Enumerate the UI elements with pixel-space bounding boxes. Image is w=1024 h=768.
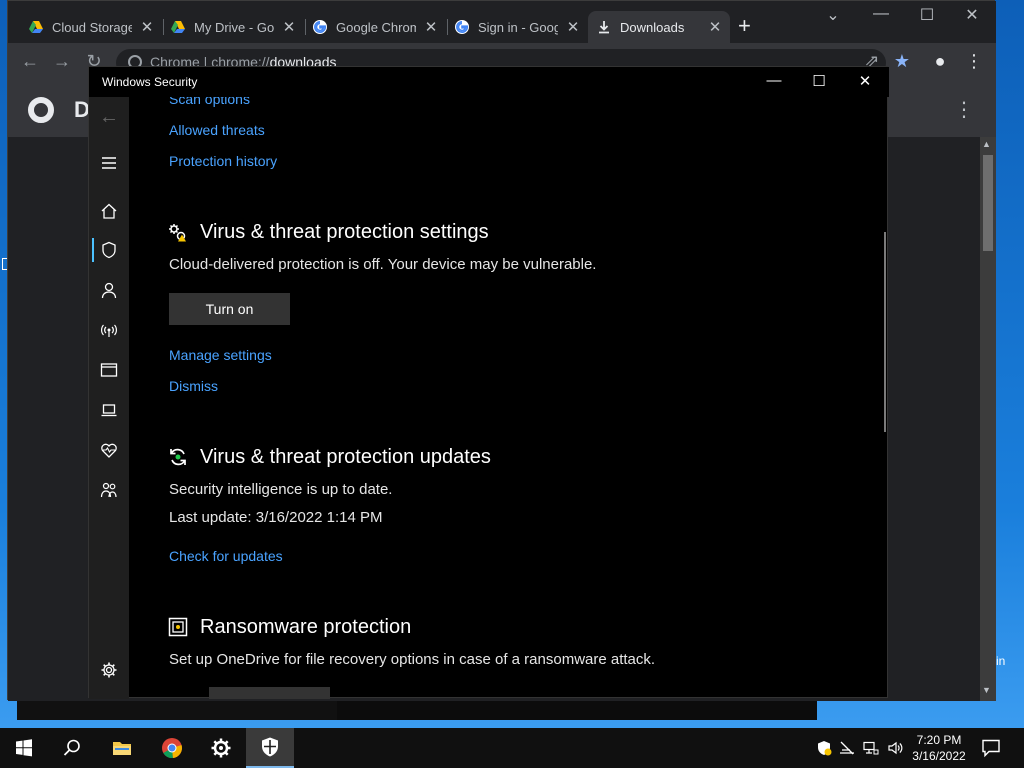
volume-icon[interactable] (885, 738, 905, 758)
tab-label: Sign in - Goog (478, 19, 558, 35)
google-drive-icon (29, 21, 43, 33)
ransomware-section-body: Set up OneDrive for file recovery option… (169, 651, 656, 668)
person-icon[interactable] (89, 276, 129, 304)
shield-icon[interactable] (89, 236, 129, 264)
close-tab-icon[interactable]: ✕ (708, 18, 722, 36)
close-tab-icon[interactable]: ✕ (140, 18, 154, 36)
last-update-text: Last update: 3/16/2022 1:14 PM (169, 509, 383, 526)
hamburger-icon[interactable] (89, 149, 129, 177)
chrome-minimize-button[interactable]: — (858, 5, 904, 23)
gear-icon[interactable] (89, 656, 129, 684)
check-for-updates-link[interactable]: Check for updates (169, 548, 283, 564)
clock-date: 3/16/2022 (912, 749, 966, 763)
tab-label: Google Chrom (336, 19, 416, 35)
back-button[interactable]: ← (89, 103, 129, 131)
close-tab-icon[interactable]: ✕ (282, 18, 296, 36)
downloads-more-icon[interactable]: ⋮ (954, 97, 974, 122)
forward-arrow-icon[interactable]: → (50, 51, 74, 72)
updates-status: Security intelligence is up to date. (169, 481, 393, 498)
updates-section-title: Virus & threat protection updates (200, 446, 491, 468)
wireless-icon[interactable] (89, 316, 129, 344)
main-content: Scan options Allowed threats Protection … (129, 97, 889, 699)
tab-label: Downloads (620, 19, 685, 35)
allowed-threats-link[interactable]: Allowed threats (169, 122, 265, 138)
settings-section-body: Cloud-delivered protection is off. Your … (169, 256, 597, 273)
laptop-icon[interactable] (89, 396, 129, 424)
turn-on-button[interactable]: Turn on (169, 293, 290, 325)
tab-label: Cloud Storage (52, 19, 132, 35)
protection-history-link[interactable]: Protection history (169, 153, 277, 169)
close-tab-icon[interactable]: ✕ (566, 18, 580, 36)
settings-section-title: Virus & threat protection settings (200, 221, 489, 243)
home-icon[interactable] (89, 197, 129, 225)
content-scrollbar[interactable] (884, 232, 886, 432)
heart-icon[interactable] (89, 436, 129, 464)
minimize-button[interactable]: — (751, 72, 797, 89)
settings-icon[interactable] (197, 728, 245, 768)
page-scrollbar-thumb[interactable] (983, 155, 993, 251)
google-icon (313, 20, 327, 34)
windows-security-window: Windows Security — ☐ ✕ ← Scan options Al… (88, 66, 889, 699)
manage-settings-link[interactable]: Manage settings (169, 347, 272, 363)
ransomware-setup-button[interactable] (209, 687, 330, 699)
start-icon[interactable] (0, 728, 48, 768)
settings-gear-warning-icon (169, 224, 186, 242)
file-explorer-icon[interactable] (98, 728, 146, 768)
window-title: Windows Security (102, 75, 198, 89)
google-drive-icon (171, 21, 185, 33)
scroll-up-arrow-icon[interactable]: ▲ (982, 139, 991, 149)
side-navigation: ← (89, 97, 129, 699)
dismiss-link[interactable]: Dismiss (169, 378, 218, 394)
ransomware-section-title: Ransomware protection (200, 616, 412, 638)
chrome-maximize-button[interactable]: ☐ (904, 5, 950, 25)
close-tab-icon[interactable]: ✕ (424, 18, 438, 36)
tab-cloud-storage[interactable]: Cloud Storage ✕ (20, 11, 162, 43)
chrome-close-button[interactable]: ✕ (949, 5, 995, 25)
clock-time: 7:20 PM (916, 733, 962, 747)
network-icon[interactable] (861, 738, 881, 758)
chrome-icon[interactable] (148, 728, 196, 768)
scroll-down-arrow-icon[interactable]: ▼ (982, 685, 991, 695)
tab-google-chrome[interactable]: Google Chrom ✕ (304, 11, 446, 43)
back-arrow-icon[interactable]: ← (18, 51, 42, 72)
ransomware-folder-icon (168, 617, 188, 637)
refresh-updates-icon (170, 448, 186, 466)
desktop-peek-text: in (996, 654, 1006, 668)
network-disconnected-icon[interactable] (837, 738, 857, 758)
tab-label: My Drive - Goo (194, 19, 274, 35)
chrome-menu-icon[interactable]: ⋮ (962, 51, 986, 72)
google-icon (455, 20, 469, 34)
background-window-strip-inner (337, 700, 817, 720)
close-button[interactable]: ✕ (842, 72, 888, 90)
maximize-button[interactable]: ☐ (796, 72, 842, 90)
tab-strip: Cloud Storage ✕ My Drive - Goo ✕ Google … (8, 1, 996, 43)
bookmark-star-icon[interactable]: ★ (890, 51, 914, 72)
chrome-tab-search-icon[interactable]: ⌄ (810, 5, 856, 25)
app-browser-icon[interactable] (89, 356, 129, 384)
new-tab-button[interactable]: + (738, 15, 751, 37)
taskbar-clock[interactable]: 7:20 PM 3/16/2022 (906, 732, 972, 764)
taskbar: 7:20 PM 3/16/2022 (0, 728, 1024, 768)
notification-center-icon[interactable] (980, 738, 1002, 758)
tab-my-drive[interactable]: My Drive - Goo ✕ (162, 11, 304, 43)
scan-options-link[interactable]: Scan options (169, 97, 250, 107)
windows-security-titlebar: Windows Security — ☐ ✕ (89, 67, 889, 97)
tab-sign-in[interactable]: Sign in - Goog ✕ (446, 11, 588, 43)
profile-icon[interactable]: ● (928, 51, 952, 72)
security-tray-icon[interactable] (814, 738, 834, 758)
family-icon[interactable] (89, 476, 129, 504)
chrome-logo-icon (28, 97, 54, 123)
windows-security-icon[interactable] (246, 728, 294, 768)
download-icon (599, 21, 609, 34)
search-icon[interactable] (48, 728, 96, 768)
tab-downloads[interactable]: Downloads ✕ (588, 11, 730, 43)
